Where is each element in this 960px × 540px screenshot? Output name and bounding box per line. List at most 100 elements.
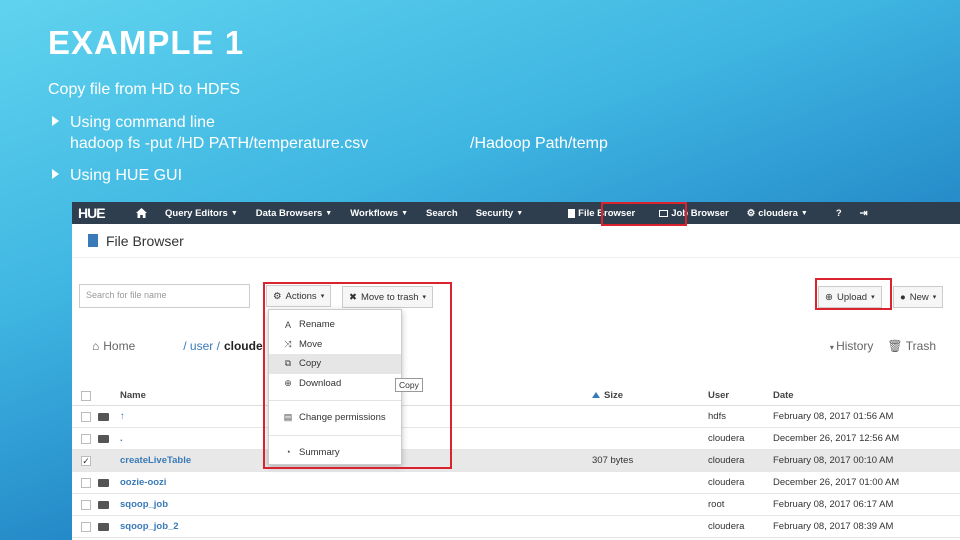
checkbox — [81, 433, 91, 444]
nav-security[interactable]: Security ▼ — [467, 208, 532, 219]
slide-title: EXAMPLE 1 — [48, 24, 245, 61]
select-all-checkbox[interactable] — [72, 390, 98, 401]
table-row[interactable]: . cloudera December 26, 2017 12:56 AM — [72, 428, 960, 450]
file-date: February 08, 2017 06:17 AM — [773, 499, 894, 510]
folder-shape — [98, 434, 109, 443]
nav-user-menu[interactable]: ⚙ cloudera ▼ — [738, 208, 817, 219]
home-icon[interactable] — [118, 208, 159, 218]
checkbox — [81, 477, 91, 488]
file-name-link[interactable]: sqoop_job_2 — [120, 521, 592, 532]
nav-workflows[interactable]: Workflows ▼ — [341, 208, 417, 219]
bullet-command-line: Using command line — [52, 114, 215, 132]
chevron-down-icon: ▼ — [516, 209, 524, 217]
bullet-text: Using command line — [70, 114, 215, 131]
breadcrumb-current: cloude — [223, 339, 263, 353]
bullet-arrow-icon — [52, 116, 59, 126]
row-checkbox[interactable]: ✓ — [72, 455, 98, 466]
file-name-link[interactable]: sqoop_job — [120, 499, 592, 510]
new-label: New — [909, 291, 929, 303]
page-title: File Browser — [106, 232, 184, 249]
breadcrumb-home[interactable]: Home — [103, 339, 135, 353]
file-user: cloudera — [708, 521, 745, 532]
nav-label: Security — [475, 207, 514, 219]
file-date: December 26, 2017 01:00 AM — [773, 477, 900, 488]
trash-icon: 🗑 — [887, 339, 906, 353]
new-button[interactable]: ● New ▾ — [893, 286, 944, 308]
checkbox — [81, 521, 91, 532]
table-row[interactable]: oozie-oozi cloudera December 26, 2017 01… — [72, 472, 960, 494]
file-user: cloudera — [708, 433, 745, 444]
sort-asc-icon — [592, 392, 600, 398]
row-checkbox[interactable] — [72, 521, 98, 532]
file-date: February 08, 2017 01:56 AM — [773, 411, 894, 422]
file-size: 307 bytes — [592, 455, 634, 466]
folder-shape — [98, 500, 109, 509]
table-row[interactable]: ✓ createLiveTable 307 bytes cloudera Feb… — [72, 450, 960, 472]
file-date: February 08, 2017 08:39 AM — [773, 521, 894, 532]
bullet-hue-gui: Using HUE GUI — [52, 167, 182, 185]
history-trash-links: ▾ History 🗑 Trash — [830, 339, 936, 353]
bullet-arrow-icon — [52, 169, 59, 179]
date-column-header[interactable]: Date — [773, 390, 953, 401]
folder-icon — [98, 434, 120, 443]
help-icon[interactable]: ? — [827, 208, 851, 219]
file-icon — [88, 234, 98, 247]
table-row[interactable]: sqoop_job root February 08, 2017 06:17 A… — [72, 494, 960, 516]
row-checkbox[interactable] — [72, 499, 98, 510]
chevron-down-icon: ▼ — [230, 209, 238, 217]
checkbox — [81, 499, 91, 510]
folder-icon — [98, 412, 120, 421]
upload-highlight — [815, 278, 892, 310]
file-user: cloudera — [708, 455, 745, 466]
command-text: hadoop fs -put /HD PATH/temperature.csv — [70, 135, 369, 152]
column-label: Size — [604, 390, 624, 401]
sign-out-icon[interactable]: ⇥ — [851, 208, 877, 219]
size-column-header[interactable]: Size — [592, 390, 708, 401]
folder-shape — [98, 522, 109, 531]
nav-data-browsers[interactable]: Data Browsers ▼ — [247, 208, 341, 219]
chevron-down-icon: ▼ — [325, 209, 333, 217]
file-table: Name Size User Date ↑ hdfs February 08, … — [72, 386, 960, 538]
folder-icon — [98, 478, 120, 487]
history-label: History — [836, 339, 874, 353]
hue-navbar: HUE Query Editors ▼ Data Browsers ▼ Workfl… — [72, 202, 960, 226]
command-target-path: /Hadoop Path/temp — [470, 135, 608, 152]
breadcrumb-user[interactable]: / user / — [183, 339, 220, 353]
column-label: User — [708, 390, 730, 401]
search-input[interactable]: Search for file name — [79, 284, 250, 308]
file-name-link[interactable]: oozie-oozi — [120, 477, 592, 488]
nav-label: Data Browsers — [255, 207, 323, 219]
hue-screenshot: HUE Query Editors ▼ Data Browsers ▼ Workfl… — [72, 202, 960, 540]
nav-label: Query Editors — [165, 207, 228, 219]
file-user: cloudera — [708, 477, 745, 488]
gears-icon: ⚙ — [746, 207, 756, 219]
trash-link[interactable]: 🗑 Trash — [887, 339, 936, 353]
slide-subtitle: Copy file from HD to HDFS — [48, 81, 241, 98]
nav-label: Workflows — [350, 207, 399, 219]
file-date: February 08, 2017 00:10 AM — [773, 455, 894, 466]
folder-icon — [98, 522, 120, 531]
checkbox-checked: ✓ — [81, 455, 91, 466]
folder-icon — [98, 500, 120, 509]
table-row[interactable]: ↑ hdfs February 08, 2017 01:56 AM — [72, 406, 960, 428]
table-row[interactable]: sqoop_job_2 cloudera February 08, 2017 0… — [72, 516, 960, 538]
plus-icon: ● — [900, 291, 906, 303]
folder-shape — [98, 412, 109, 421]
bullet-text: Using HUE GUI — [70, 167, 183, 184]
breadcrumb: ⌂ Home / user / cloude — [92, 339, 263, 353]
trash-label: Trash — [905, 339, 936, 353]
row-checkbox[interactable] — [72, 433, 98, 444]
chevron-down-icon: ▼ — [800, 209, 808, 217]
row-checkbox[interactable] — [72, 411, 98, 422]
row-checkbox[interactable] — [72, 477, 98, 488]
nav-search[interactable]: Search — [417, 208, 467, 219]
user-column-header[interactable]: User — [708, 390, 773, 401]
checkbox — [81, 390, 91, 401]
history-link[interactable]: ▾ History — [830, 339, 874, 353]
home-icon[interactable]: ⌂ — [92, 339, 99, 353]
hue-logo[interactable]: HUE — [72, 205, 118, 221]
table-header: Name Size User Date — [72, 386, 960, 406]
actions-menu-highlight — [263, 282, 452, 469]
nav-label: cloudera — [758, 207, 798, 219]
nav-query-editors[interactable]: Query Editors ▼ — [159, 208, 247, 219]
